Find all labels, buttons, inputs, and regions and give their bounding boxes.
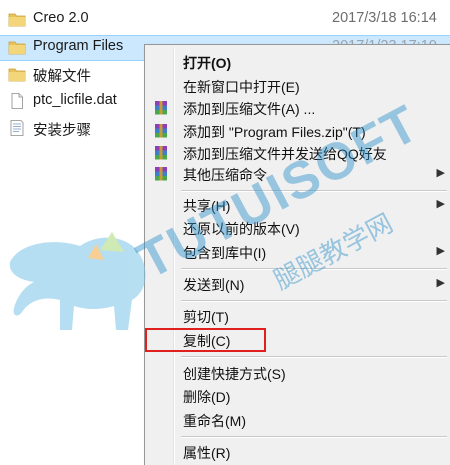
submenu-arrow-icon: ▶	[436, 245, 445, 257]
menu-item-label: 添加到压缩文件(A) ...	[183, 101, 316, 117]
submenu-arrow-icon: ▶	[436, 198, 445, 210]
menu-item-add-to-archive[interactable]: 添加到压缩文件(A) ...	[147, 97, 449, 119]
winrar-icon	[155, 101, 167, 115]
folder-icon	[8, 13, 26, 27]
file-row-creo[interactable]: Creo 2.0 2017/3/18 16:14	[0, 8, 450, 32]
file-name: 安装步骤	[33, 123, 91, 139]
menu-item-share[interactable]: 共享(H) ▶	[147, 194, 449, 216]
menu-separator	[181, 190, 447, 192]
menu-separator	[181, 268, 447, 270]
menu-item-add-and-send-qq[interactable]: 添加到压缩文件并发送给QQ好友	[147, 142, 449, 164]
menu-item-label: 发送到(N)	[183, 277, 245, 293]
copy-highlight-box	[145, 328, 266, 352]
menu-item-label: 添加到 "Program Files.zip"(T)	[183, 124, 366, 140]
file-date: 2017/3/18 16:14	[332, 10, 437, 26]
menu-item-rename[interactable]: 重命名(M)	[147, 409, 449, 431]
winrar-icon	[155, 146, 167, 160]
menu-item-open-new-window[interactable]: 在新窗口中打开(E)	[147, 75, 449, 97]
menu-item-add-to-zip[interactable]: 添加到 "Program Files.zip"(T)	[147, 120, 449, 142]
menu-item-label: 包含到库中(I)	[183, 245, 267, 261]
menu-item-label: 剪切(T)	[183, 309, 229, 325]
file-name: Creo 2.0	[33, 10, 89, 26]
menu-item-send-to[interactable]: 发送到(N) ▶	[147, 273, 449, 295]
folder-icon	[8, 68, 26, 82]
menu-item-label: 还原以前的版本(V)	[183, 221, 300, 237]
file-name: Program Files	[33, 38, 124, 54]
menu-separator	[181, 356, 447, 358]
menu-item-properties[interactable]: 属性(R)	[147, 441, 449, 463]
menu-item-include-library[interactable]: 包含到库中(I) ▶	[147, 241, 449, 263]
menu-item-label: 属性(R)	[183, 445, 231, 461]
menu-item-label: 其他压缩命令	[183, 167, 267, 183]
file-name: 破解文件	[33, 69, 91, 85]
menu-item-label: 打开(O)	[183, 55, 232, 71]
menu-item-restore-previous[interactable]: 还原以前的版本(V)	[147, 217, 449, 239]
file-icon	[11, 93, 23, 109]
menu-item-delete[interactable]: 删除(D)	[147, 385, 449, 407]
context-menu: 打开(O) 在新窗口中打开(E) 添加到压缩文件(A) ... 添加到 "Pro…	[144, 44, 450, 465]
folder-icon	[8, 41, 26, 55]
menu-item-label: 创建快捷方式(S)	[183, 366, 286, 382]
menu-item-label: 共享(H)	[183, 198, 231, 214]
winrar-icon	[155, 124, 167, 138]
menu-item-label: 重命名(M)	[183, 413, 246, 429]
submenu-arrow-icon: ▶	[436, 277, 445, 289]
menu-item-open[interactable]: 打开(O)	[147, 51, 449, 73]
menu-item-label: 删除(D)	[183, 389, 231, 405]
menu-separator	[181, 300, 447, 302]
menu-item-cut[interactable]: 剪切(T)	[147, 305, 449, 327]
menu-item-label: 在新窗口中打开(E)	[183, 79, 300, 95]
elephant-icon	[9, 237, 146, 330]
menu-separator	[181, 436, 447, 438]
submenu-arrow-icon: ▶	[436, 167, 445, 179]
winrar-icon	[155, 167, 167, 181]
file-name: ptc_licfile.dat	[33, 92, 117, 108]
text-file-icon	[10, 120, 24, 136]
menu-item-create-shortcut[interactable]: 创建快捷方式(S)	[147, 362, 449, 384]
menu-item-label: 添加到压缩文件并发送给QQ好友	[183, 146, 387, 162]
menu-item-other-compress[interactable]: 其他压缩命令 ▶	[147, 163, 449, 185]
